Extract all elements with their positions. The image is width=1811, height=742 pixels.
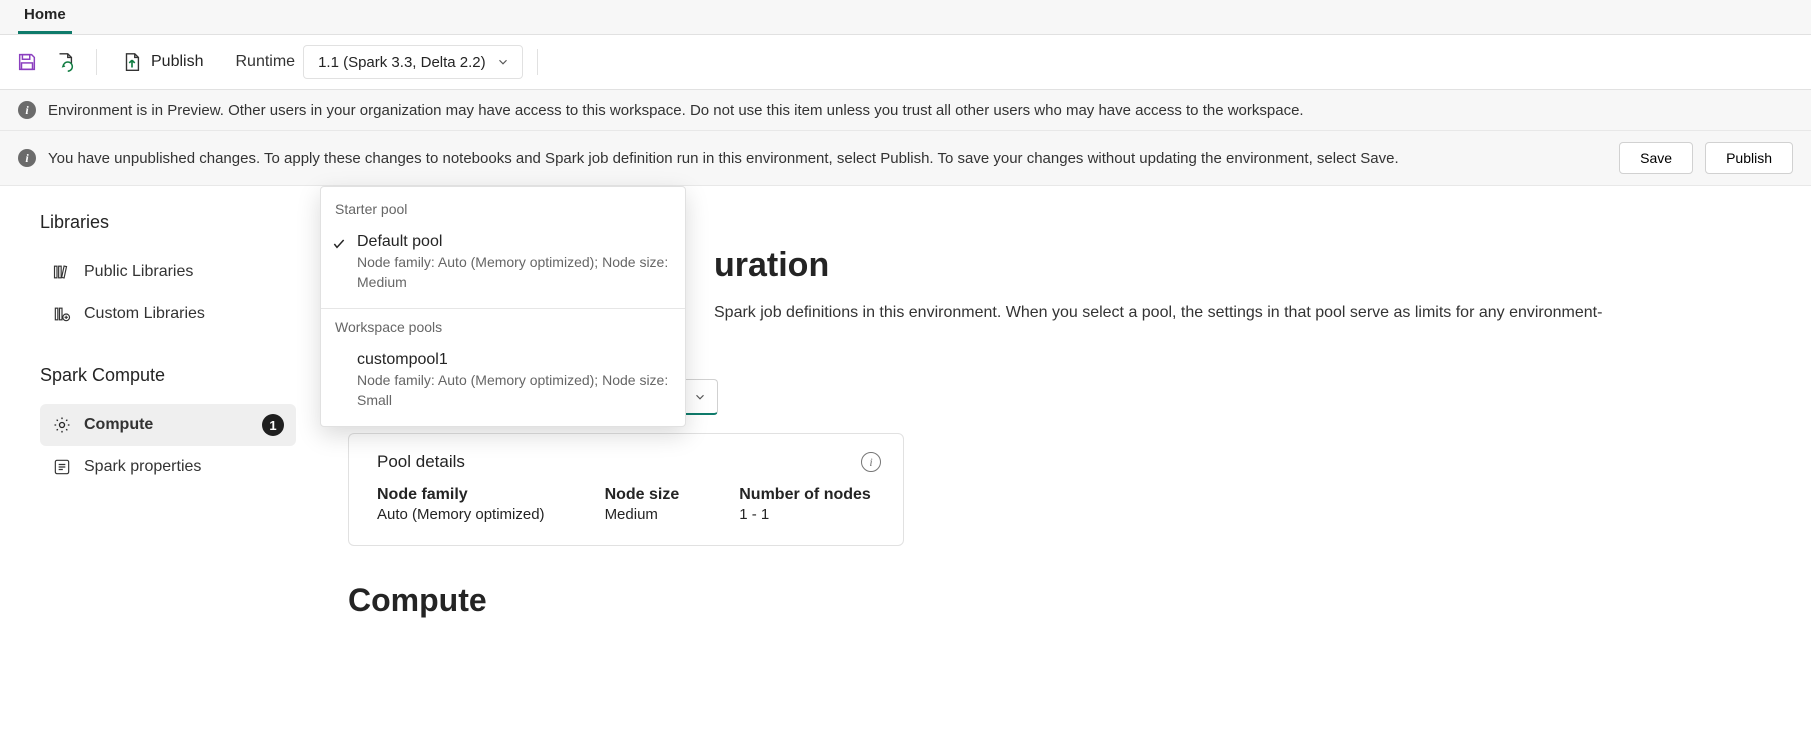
info-icon[interactable]: i — [861, 452, 881, 472]
pool-details-card: Pool details i Node family Auto (Memory … — [348, 433, 904, 546]
dropdown-option-name: custompool1 — [357, 351, 671, 369]
node-size-value: Medium — [605, 506, 680, 523]
sidebar-group-spark-compute: Spark Compute — [40, 365, 296, 386]
toolbar-separator-1 — [96, 49, 97, 75]
num-nodes-label: Number of nodes — [739, 486, 871, 504]
save-icon-button[interactable] — [10, 45, 44, 79]
node-family-value: Auto (Memory optimized) — [377, 506, 545, 523]
sidebar-item-label: Compute — [84, 416, 153, 434]
num-nodes-value: 1 - 1 — [739, 506, 871, 523]
runtime-label: Runtime — [235, 53, 295, 71]
dropdown-group-starter: Starter pool — [321, 197, 685, 225]
tab-home[interactable]: Home — [18, 0, 72, 34]
main-body: Libraries Public Libraries Custom Librar… — [0, 186, 1811, 742]
check-icon — [331, 236, 347, 252]
sidebar-item-label: Spark properties — [84, 458, 201, 476]
refresh-document-icon-button[interactable] — [48, 45, 82, 79]
dropdown-option-name: Default pool — [357, 233, 671, 251]
node-family-label: Node family — [377, 486, 545, 504]
sidebar: Libraries Public Libraries Custom Librar… — [0, 186, 320, 742]
sidebar-item-label: Public Libraries — [84, 263, 193, 281]
runtime-select[interactable]: 1.1 (Spark 3.3, Delta 2.2) — [303, 45, 523, 79]
banner-save-button[interactable]: Save — [1619, 142, 1693, 174]
dropdown-option-detail: Node family: Auto (Memory optimized); No… — [357, 253, 671, 292]
publish-icon — [121, 51, 143, 73]
top-tab-bar: Home — [0, 0, 1811, 34]
gear-icon — [52, 415, 72, 435]
public-libraries-icon — [52, 262, 72, 282]
banner-publish-button[interactable]: Publish — [1705, 142, 1793, 174]
page-description: Spark job definitions in this environmen… — [714, 301, 1783, 325]
info-icon: i — [18, 149, 36, 167]
sidebar-item-custom-libraries[interactable]: Custom Libraries — [40, 293, 296, 335]
compute-badge: 1 — [262, 414, 284, 436]
publish-button-label: Publish — [151, 53, 203, 71]
toolbar-separator-2 — [537, 49, 538, 75]
sidebar-item-label: Custom Libraries — [84, 305, 205, 323]
info-icon: i — [18, 101, 36, 119]
main-content: Starter pool Default pool Node family: A… — [320, 186, 1811, 742]
preview-banner: i Environment is in Preview. Other users… — [0, 90, 1811, 131]
sidebar-item-compute[interactable]: Compute 1 — [40, 404, 296, 446]
compute-heading: Compute — [348, 582, 1783, 619]
runtime-select-value: 1.1 (Spark 3.3, Delta 2.2) — [318, 54, 486, 71]
page-title: uration — [714, 246, 1783, 285]
node-size-label: Node size — [605, 486, 680, 504]
unpublished-banner-text: You have unpublished changes. To apply t… — [48, 150, 1399, 167]
sidebar-item-spark-properties[interactable]: Spark properties — [40, 446, 296, 488]
toolbar: Publish Runtime 1.1 (Spark 3.3, Delta 2.… — [0, 34, 1811, 90]
dropdown-option-default-pool[interactable]: Default pool Node family: Auto (Memory o… — [321, 225, 685, 302]
floppy-disk-icon — [16, 51, 38, 73]
preview-banner-text: Environment is in Preview. Other users i… — [48, 102, 1304, 119]
document-refresh-icon — [54, 51, 76, 73]
chevron-down-icon — [693, 390, 707, 404]
dropdown-option-detail: Node family: Auto (Memory optimized); No… — [357, 371, 671, 410]
chevron-down-icon — [496, 55, 510, 69]
pool-details-title: Pool details — [377, 452, 465, 472]
pool-dropdown: Starter pool Default pool Node family: A… — [320, 186, 686, 427]
unpublished-banner: i You have unpublished changes. To apply… — [0, 131, 1811, 186]
sidebar-group-libraries: Libraries — [40, 212, 296, 233]
dropdown-option-custompool1[interactable]: custompool1 Node family: Auto (Memory op… — [321, 343, 685, 420]
publish-button[interactable]: Publish — [111, 45, 213, 79]
sidebar-item-public-libraries[interactable]: Public Libraries — [40, 251, 296, 293]
list-icon — [52, 457, 72, 477]
custom-libraries-icon — [52, 304, 72, 324]
dropdown-separator — [321, 308, 685, 309]
dropdown-group-workspace: Workspace pools — [321, 315, 685, 343]
